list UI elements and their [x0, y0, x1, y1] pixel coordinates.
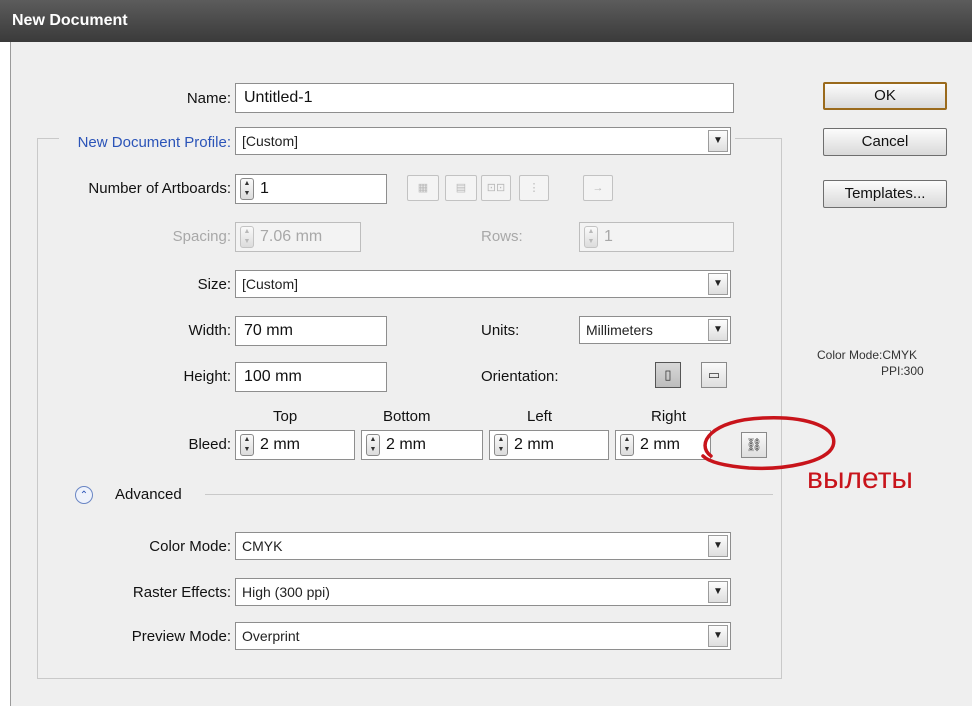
spinner-icon[interactable]: ▲ ▼ [620, 433, 634, 456]
preview-mode-value: Overprint [242, 628, 300, 644]
preview-mode-select[interactable]: Overprint ▼ [235, 622, 731, 650]
window-title: New Document [12, 12, 128, 29]
artboards-value: 1 [260, 180, 269, 197]
bleed-bottom-value: 2 mm [386, 436, 426, 453]
bleed-top-header: Top [273, 408, 298, 425]
height-label: Height: [183, 368, 231, 385]
ok-button[interactable]: OK [823, 82, 947, 110]
title-bar: New Document [0, 0, 972, 42]
height-input[interactable]: 100 mm [235, 362, 387, 392]
rows-value: 1 [604, 228, 613, 245]
bleed-bottom-header: Bottom [383, 408, 431, 425]
bleed-label: Bleed: [188, 436, 231, 453]
spacing-value: 7.06 mm [260, 228, 323, 245]
layout-right-to-left-icon: → [583, 175, 613, 201]
artboards-input[interactable]: ▲ ▼ 1 [235, 174, 387, 204]
size-value: [Custom] [242, 276, 299, 292]
raster-effects-label: Raster Effects: [132, 584, 231, 601]
grid-by-column-icon: ▤ [445, 175, 477, 201]
group-border-top-right [735, 138, 781, 139]
bleed-left-input[interactable]: ▲ ▼ 2 mm [489, 430, 609, 460]
size-select[interactable]: [Custom] ▼ [235, 270, 731, 298]
cancel-button[interactable]: Cancel [823, 128, 947, 156]
bleed-right-header: Right [651, 408, 687, 425]
color-mode-value: CMYK [242, 538, 283, 554]
name-label: Name: [186, 90, 231, 107]
units-label: Units: [481, 322, 520, 339]
group-border-left [37, 138, 38, 678]
bleed-bottom-input[interactable]: ▲ ▼ 2 mm [361, 430, 483, 460]
templates-button[interactable]: Templates... [823, 180, 947, 208]
chevron-down-icon[interactable]: ▼ [708, 319, 728, 341]
double-chevron-up-icon[interactable]: ⌃ [75, 486, 93, 504]
group-border-bottom [37, 678, 782, 679]
info-ppi: PPI:300 [881, 364, 924, 378]
name-input[interactable]: Untitled-1 [235, 83, 734, 113]
portrait-icon[interactable]: ▯ [655, 362, 681, 388]
annotation-text: вылеты [807, 462, 913, 495]
spinner-icon[interactable]: ▲ ▼ [240, 177, 254, 200]
raster-effects-value: High (300 ppi) [242, 584, 330, 600]
bleed-top-input[interactable]: ▲ ▼ 2 mm [235, 430, 355, 460]
spacing-label: Spacing: [172, 228, 231, 245]
bleed-top-value: 2 mm [260, 436, 300, 453]
info-color-mode: Color Mode:CMYK [817, 348, 918, 362]
spinner-icon[interactable]: ▲ ▼ [494, 433, 508, 456]
bleed-left-header: Left [527, 408, 553, 425]
advanced-label: Advanced [115, 486, 182, 503]
rows-label: Rows: [481, 228, 523, 245]
spinner-icon[interactable]: ▲ ▼ [366, 433, 380, 456]
arrange-by-column-icon: ⋮ [519, 175, 549, 201]
spinner-icon[interactable]: ▲ ▼ [240, 433, 254, 456]
size-label: Size: [197, 276, 231, 293]
width-input[interactable]: 70 mm [235, 316, 387, 346]
color-mode-label: Color Mode: [149, 538, 231, 555]
spinner-icon: ▲ ▼ [584, 225, 598, 248]
grid-by-row-icon: ▦ [407, 175, 439, 201]
artboards-label: Number of Artboards: [88, 180, 231, 197]
raster-effects-select[interactable]: High (300 ppi) ▼ [235, 578, 731, 606]
bleed-right-value: 2 mm [640, 436, 680, 453]
width-label: Width: [188, 322, 231, 339]
spinner-icon: ▲ ▼ [240, 225, 254, 248]
chevron-down-icon[interactable]: ▼ [708, 130, 728, 152]
bleed-left-value: 2 mm [514, 436, 554, 453]
profile-value: [Custom] [242, 133, 299, 149]
new-document-dialog: Name: Untitled-1 New Document Profile: [… [10, 42, 972, 706]
arrange-by-row-icon: ⊡⊡ [481, 175, 511, 201]
units-select[interactable]: Millimeters ▼ [579, 316, 731, 344]
advanced-divider [205, 494, 773, 495]
spacing-input: ▲ ▼ 7.06 mm [235, 222, 361, 252]
group-border-right [781, 138, 782, 678]
chevron-down-icon[interactable]: ▼ [708, 535, 728, 557]
rows-input: ▲ ▼ 1 [579, 222, 734, 252]
chevron-down-icon[interactable]: ▼ [708, 581, 728, 603]
units-value: Millimeters [586, 322, 653, 338]
profile-select[interactable]: [Custom] ▼ [235, 127, 731, 155]
chevron-down-icon[interactable]: ▼ [708, 625, 728, 647]
orientation-label: Orientation: [481, 368, 559, 385]
chevron-down-icon[interactable]: ▼ [708, 273, 728, 295]
profile-label: New Document Profile: [77, 134, 231, 151]
preview-mode-label: Preview Mode: [131, 628, 231, 645]
landscape-icon[interactable]: ▭ [701, 362, 727, 388]
color-mode-select[interactable]: CMYK ▼ [235, 532, 731, 560]
